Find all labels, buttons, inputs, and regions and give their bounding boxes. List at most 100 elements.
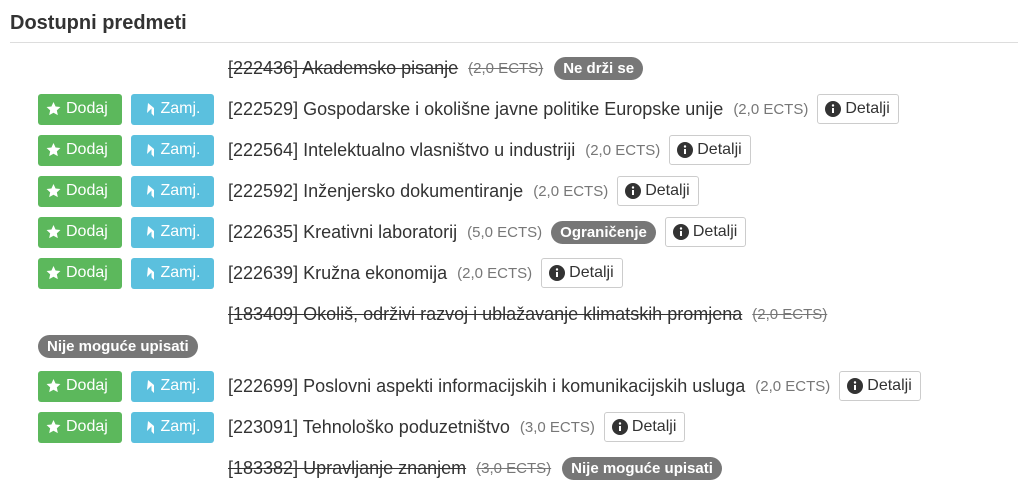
swap-icon bbox=[146, 144, 154, 157]
heading-divider bbox=[10, 42, 1018, 43]
add-button-label: Dodaj bbox=[66, 182, 108, 199]
course-title: [222529] Gospodarske i okolišne javne po… bbox=[228, 98, 724, 119]
status-badge: Ograničenje bbox=[551, 220, 656, 244]
details-button[interactable]: Detalji bbox=[541, 258, 623, 288]
course-ects: (3,0 ECTS) bbox=[519, 418, 595, 436]
star-icon bbox=[46, 420, 61, 434]
swap-icon bbox=[146, 103, 154, 116]
info-icon bbox=[549, 265, 566, 281]
course-title: [222639] Kružna ekonomija bbox=[228, 262, 448, 283]
add-button[interactable]: Dodaj bbox=[38, 93, 122, 125]
course-row-223091: Dodaj Zamj. [223091] Tehnološko poduzetn… bbox=[38, 411, 686, 443]
details-button-label: Detalji bbox=[845, 100, 890, 117]
swap-icon bbox=[146, 380, 154, 393]
course-row-183409: [183409] Okoliš, održivi razvoj i ublaža… bbox=[228, 298, 827, 330]
add-button[interactable]: Dodaj bbox=[38, 134, 122, 166]
star-icon bbox=[46, 143, 61, 157]
swap-button-label: Zamj. bbox=[160, 377, 201, 394]
swap-button[interactable]: Zamj. bbox=[131, 370, 214, 402]
status-badge: Nije moguće upisati bbox=[562, 456, 722, 480]
course-row-183382: [183382] Upravljanje znanjem (3,0 ECTS) … bbox=[228, 452, 722, 484]
swap-button[interactable]: Zamj. bbox=[131, 216, 214, 248]
details-button[interactable]: Detalji bbox=[669, 135, 751, 165]
swap-button-label: Zamj. bbox=[160, 141, 201, 158]
course-title: [222635] Kreativni laboratorij bbox=[228, 221, 458, 242]
course-row-222564: Dodaj Zamj. [222564] Intelektualno vlasn… bbox=[38, 134, 751, 166]
course-ects: (2,0 ECTS) bbox=[752, 305, 828, 323]
details-button-label: Detalji bbox=[697, 141, 742, 158]
add-button[interactable]: Dodaj bbox=[38, 370, 122, 402]
course-row-222436: [222436] Akademsko pisanje (2,0 ECTS) Ne… bbox=[228, 52, 644, 84]
swap-button[interactable]: Zamj. bbox=[131, 134, 214, 166]
swap-button-label: Zamj. bbox=[160, 223, 201, 240]
star-icon bbox=[46, 266, 61, 280]
status-badge: Nije moguće upisati bbox=[38, 335, 198, 358]
add-button-label: Dodaj bbox=[66, 100, 108, 117]
star-icon bbox=[46, 225, 61, 239]
course-title: [183382] Upravljanje znanjem bbox=[228, 457, 467, 478]
add-button[interactable]: Dodaj bbox=[38, 257, 122, 289]
info-icon bbox=[625, 183, 642, 199]
add-button[interactable]: Dodaj bbox=[38, 216, 122, 248]
swap-button[interactable]: Zamj. bbox=[131, 93, 214, 125]
course-ects: (5,0 ECTS) bbox=[467, 223, 543, 241]
details-button-label: Detalji bbox=[645, 182, 690, 199]
swap-button-label: Zamj. bbox=[160, 100, 201, 117]
status-badge: Ne drži se bbox=[554, 56, 644, 80]
course-ects: (2,0 ECTS) bbox=[755, 377, 831, 395]
details-button[interactable]: Detalji bbox=[664, 217, 747, 247]
course-ects: (3,0 ECTS) bbox=[476, 459, 552, 477]
swap-icon bbox=[146, 267, 154, 280]
course-title: [222564] Intelektualno vlasništvo u indu… bbox=[228, 139, 576, 160]
add-button-label: Dodaj bbox=[66, 223, 108, 240]
details-button[interactable]: Detalji bbox=[817, 94, 899, 124]
swap-button[interactable]: Zamj. bbox=[131, 257, 214, 289]
course-ects: (2,0 ECTS) bbox=[585, 141, 661, 159]
details-button[interactable]: Detalji bbox=[839, 371, 921, 401]
course-ects: (2,0 ECTS) bbox=[533, 182, 609, 200]
swap-button-label: Zamj. bbox=[160, 264, 201, 281]
info-icon bbox=[672, 224, 689, 240]
course-title: [223091] Tehnološko poduzetništvo bbox=[228, 416, 510, 437]
swap-button[interactable]: Zamj. bbox=[131, 175, 214, 207]
details-button-label: Detalji bbox=[692, 223, 738, 240]
add-button-label: Dodaj bbox=[66, 418, 108, 435]
add-button[interactable]: Dodaj bbox=[38, 411, 122, 443]
details-button[interactable]: Detalji bbox=[603, 412, 686, 442]
course-ects: (2,0 ECTS) bbox=[457, 264, 533, 282]
course-title: [222592] Inženjersko dokumentiranje bbox=[228, 180, 524, 201]
details-button-label: Detalji bbox=[631, 418, 677, 435]
info-icon bbox=[847, 378, 864, 394]
details-button-label: Detalji bbox=[867, 377, 912, 394]
add-button-label: Dodaj bbox=[66, 264, 108, 281]
details-button-label: Detalji bbox=[569, 264, 614, 281]
swap-icon bbox=[146, 185, 154, 198]
available-courses-panel: Dostupni predmeti [222436] Akademsko pis… bbox=[0, 0, 1018, 493]
swap-button-label: Zamj. bbox=[160, 418, 201, 435]
section-heading: Dostupni predmeti bbox=[10, 12, 187, 34]
course-ects: (2,0 ECTS) bbox=[468, 59, 544, 77]
add-button-label: Dodaj bbox=[66, 377, 108, 394]
add-button[interactable]: Dodaj bbox=[38, 175, 122, 207]
course-row-222592: Dodaj Zamj. [222592] Inženjersko dokumen… bbox=[38, 175, 699, 207]
course-row-222529: Dodaj Zamj. [222529] Gospodarske i okoli… bbox=[38, 93, 899, 125]
swap-icon bbox=[146, 421, 154, 434]
info-icon bbox=[611, 419, 628, 435]
star-icon bbox=[46, 184, 61, 198]
swap-icon bbox=[146, 226, 154, 239]
details-button[interactable]: Detalji bbox=[617, 176, 699, 206]
course-title: [183409] Okoliš, održivi razvoj i ublaža… bbox=[228, 303, 743, 324]
star-icon bbox=[46, 102, 61, 116]
star-icon bbox=[46, 379, 61, 393]
course-title: [222699] Poslovni aspekti informacijskih… bbox=[228, 375, 746, 396]
add-button-label: Dodaj bbox=[66, 141, 108, 158]
course-row-222699: Dodaj Zamj. [222699] Poslovni aspekti in… bbox=[38, 370, 921, 402]
swap-button-label: Zamj. bbox=[160, 182, 201, 199]
info-icon bbox=[677, 142, 694, 158]
course-title: [222436] Akademsko pisanje bbox=[228, 57, 459, 78]
swap-button[interactable]: Zamj. bbox=[131, 411, 214, 443]
course-ects: (2,0 ECTS) bbox=[733, 100, 809, 118]
info-icon bbox=[825, 101, 842, 117]
course-row-222635: Dodaj Zamj. [222635] Kreativni laborator… bbox=[38, 216, 747, 248]
course-row-222639: Dodaj Zamj. [222639] Kružna ekonomija (2… bbox=[38, 257, 623, 289]
